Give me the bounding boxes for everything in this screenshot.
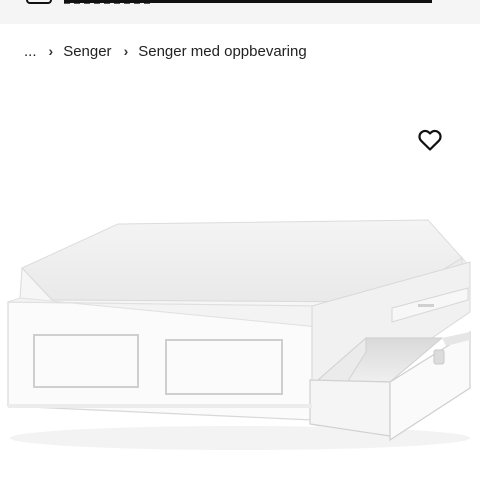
top-bar-underline [64,0,432,3]
breadcrumb: ... › Senger › Senger med oppbevaring [24,40,307,62]
bed-with-storage-image [7,219,471,450]
product-image[interactable] [0,110,480,480]
cart-icon[interactable] [26,0,52,4]
breadcrumb-ellipsis[interactable]: ... [24,43,37,60]
breadcrumb-item-senger[interactable]: Senger [63,43,111,60]
chevron-right-icon: › [123,43,129,59]
top-bar [0,0,480,24]
breadcrumb-item-senger-med-oppbevaring[interactable]: Senger med oppbevaring [138,43,306,60]
chevron-right-icon: › [48,43,54,59]
